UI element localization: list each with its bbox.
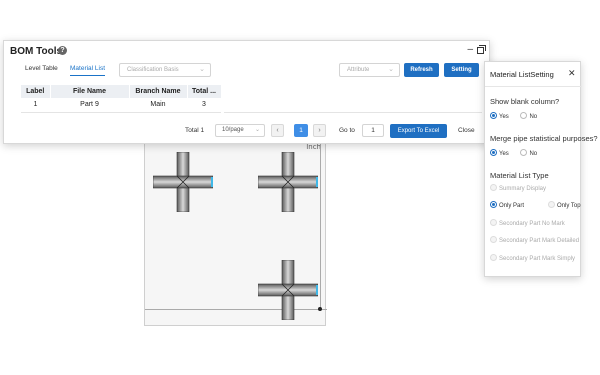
chevron-down-icon: ⌄	[388, 66, 394, 73]
type-label: Secondary Part No Mark	[499, 221, 565, 228]
current-page-button[interactable]: 1	[294, 124, 308, 137]
page-size-value: 10/page	[222, 127, 244, 133]
merge-yes-radio[interactable]: Yes	[490, 149, 509, 158]
goto-label: Go to	[339, 127, 355, 134]
tab-level-table[interactable]: Level Table	[25, 65, 58, 72]
type-only-top-radio[interactable]: Only Top	[548, 201, 581, 210]
restore-icon[interactable]	[477, 45, 486, 54]
panel-title: Material ListSetting	[490, 70, 554, 79]
pager-total: Total 1	[185, 127, 205, 134]
radio-disabled-icon	[490, 219, 497, 226]
chevron-down-icon: ⌄	[199, 66, 205, 73]
type-secondary-no-mark-radio[interactable]: Secondary Part No Mark	[490, 219, 565, 228]
type-secondary-mark-detailed-radio[interactable]: Secondary Part Mark Detailed	[490, 236, 580, 245]
next-page-button[interactable]: ›	[313, 124, 326, 137]
type-label: Summary Display	[499, 186, 547, 193]
table-row[interactable]: 1 Part 9 Main 3	[21, 98, 221, 113]
merge-pipe-options: Yes No	[490, 149, 538, 158]
type-label: Only Part	[499, 203, 525, 210]
table-header-row: Label File Name Branch Name Total ...	[21, 85, 222, 98]
radio-unchecked-icon	[520, 112, 528, 119]
pipe-cross-fitting[interactable]	[258, 260, 318, 320]
column-header-branch-name[interactable]: Branch Name	[129, 85, 188, 98]
chevron-down-icon: ⌄	[254, 127, 260, 133]
material-list-setting-panel: Material ListSetting ✕ Show blank column…	[484, 61, 598, 277]
attribute-select[interactable]: Attribute ⌄	[339, 63, 400, 77]
column-header-file-name[interactable]: File Name	[50, 85, 130, 98]
material-table: Label File Name Branch Name Total ... 1 …	[21, 85, 222, 113]
show-blank-no-radio[interactable]: No	[520, 112, 538, 121]
canvas-corner-dot	[318, 307, 322, 311]
window-title: BOM Tools	[10, 46, 63, 57]
close-icon[interactable]: ✕	[568, 68, 576, 79]
prev-page-button[interactable]: ‹	[271, 124, 284, 137]
export-excel-button[interactable]: Export To Excel	[390, 124, 447, 138]
radio-unchecked-icon	[548, 201, 555, 208]
material-list-type-question: Material List Type	[490, 171, 549, 180]
minimize-icon[interactable]: –	[467, 44, 473, 55]
refresh-button[interactable]: Refresh	[404, 63, 439, 77]
cell-total: 3	[187, 98, 221, 113]
pipe-cross-fitting[interactable]	[153, 152, 213, 212]
show-blank-options: Yes No	[490, 112, 538, 121]
bom-tools-window: BOM Tools ? – Level Table Material List …	[3, 40, 490, 144]
type-secondary-mark-simply-radio[interactable]: Secondary Part Mark Simply	[490, 254, 576, 263]
table-row-divider	[224, 85, 482, 113]
column-header-label[interactable]: Label	[21, 85, 51, 98]
radio-unchecked-icon	[520, 149, 528, 156]
canvas-unit-label: Inch	[306, 143, 321, 151]
show-blank-yes-radio[interactable]: Yes	[490, 112, 509, 121]
yes-label: Yes	[499, 114, 509, 121]
setting-button[interactable]: Setting	[444, 63, 479, 77]
classification-basis-select[interactable]: Classification Basis ⌄	[119, 63, 211, 77]
cell-label: 1	[21, 98, 50, 113]
type-label: Secondary Part Mark Simply	[499, 256, 576, 263]
radio-disabled-icon	[490, 254, 497, 261]
divider	[485, 86, 582, 87]
canvas-border-line	[320, 141, 321, 311]
type-label: Only Top	[557, 203, 581, 210]
radio-disabled-icon	[490, 184, 497, 191]
cell-file-name: Part 9	[50, 98, 129, 113]
goto-page-input[interactable]: 1	[362, 124, 384, 137]
type-summary-display-radio[interactable]: Summary Display	[490, 184, 547, 193]
type-label: Secondary Part Mark Detailed	[499, 238, 580, 245]
merge-no-radio[interactable]: No	[520, 149, 538, 158]
radio-checked-icon	[490, 149, 497, 156]
show-blank-question: Show blank column?	[490, 97, 560, 106]
close-button[interactable]: Close	[458, 127, 475, 134]
no-label: No	[529, 151, 538, 158]
page-size-select[interactable]: 10/page ⌄	[215, 124, 265, 137]
type-only-part-radio[interactable]: Only Part	[490, 201, 525, 210]
column-header-total[interactable]: Total ...	[187, 85, 222, 98]
radio-checked-icon	[490, 112, 497, 119]
cell-branch-name: Main	[129, 98, 187, 113]
help-icon[interactable]: ?	[58, 46, 67, 55]
pipe-cross-fitting[interactable]	[258, 152, 318, 212]
radio-checked-icon	[490, 201, 497, 208]
radio-disabled-icon	[490, 236, 497, 243]
classification-placeholder: Classification Basis	[127, 67, 179, 73]
tab-material-list[interactable]: Material List	[70, 65, 106, 76]
attribute-placeholder: Attribute	[347, 67, 370, 73]
no-label: No	[529, 114, 538, 121]
yes-label: Yes	[499, 151, 509, 158]
merge-pipe-question: Merge pipe statistical purposes?	[490, 134, 598, 143]
